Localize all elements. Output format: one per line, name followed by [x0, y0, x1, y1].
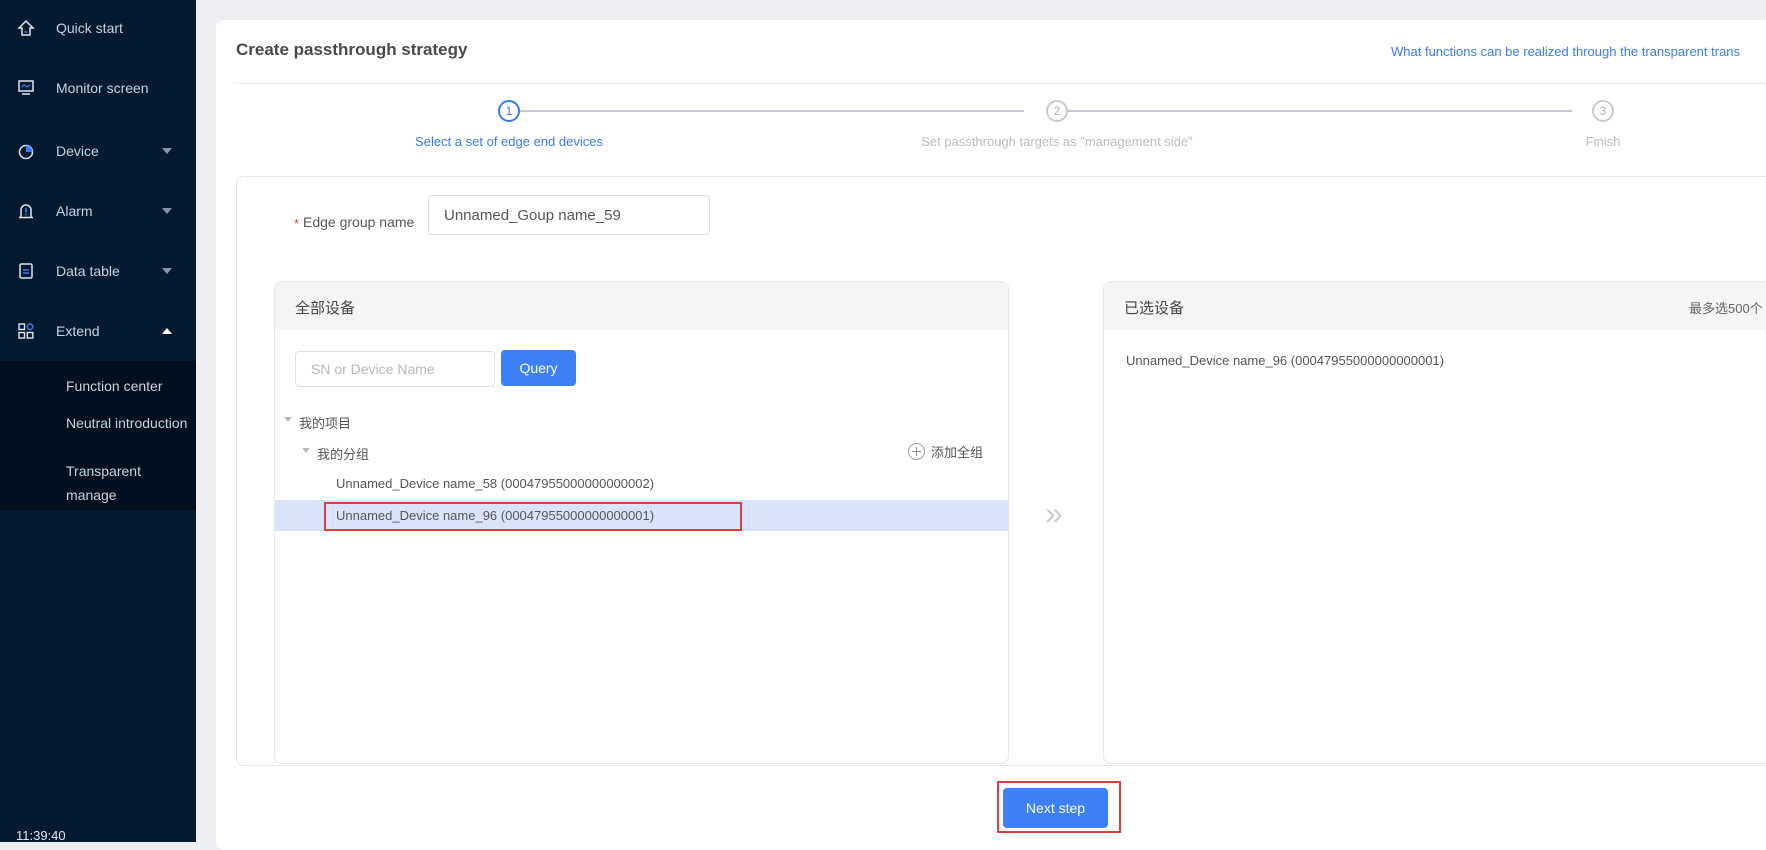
all-devices-title: 全部设备: [295, 300, 356, 317]
device-search-input[interactable]: [295, 351, 495, 387]
next-step-button[interactable]: Next step: [1003, 788, 1108, 828]
sidebar-item-label: Alarm: [56, 203, 93, 219]
help-link[interactable]: What functions can be realized through t…: [1391, 44, 1740, 59]
alarm-bell-icon: [17, 202, 35, 220]
selected-devices-title: 已选设备: [1124, 300, 1185, 317]
sidebar-item-label: Monitor screen: [56, 80, 149, 96]
tree-node-project[interactable]: 我的项目: [275, 405, 1008, 436]
submenu-item-transparent-manage[interactable]: Transparent manage: [66, 459, 191, 507]
sidebar-item-label: Extend: [56, 323, 100, 339]
transfer-arrow-icon[interactable]: »: [1045, 497, 1063, 529]
device-selection-form: * Edge group name 全部设备 Query 我的项目 我的分组 添…: [236, 176, 1766, 766]
plus-circle-icon: [908, 443, 925, 460]
group-name-input[interactable]: [428, 195, 710, 235]
sidebar-item-alarm[interactable]: Alarm: [0, 191, 196, 231]
step-3-indicator: 3: [1592, 100, 1614, 122]
step-connector: [1046, 110, 1572, 112]
caret-down-icon[interactable]: [302, 448, 310, 453]
panel-header: 全部设备: [275, 282, 1008, 330]
selected-device-item[interactable]: Unnamed_Device name_96 (0004795500000000…: [1126, 353, 1444, 368]
step-1-indicator: 1: [498, 100, 520, 122]
caret-down-icon[interactable]: [284, 417, 292, 422]
add-all-label: 添加全组: [931, 445, 984, 460]
monitor-icon: [17, 79, 35, 97]
step-2-indicator: 2: [1046, 100, 1068, 122]
sidebar-item-label: Quick start: [56, 20, 123, 36]
group-name-label: Edge group name: [303, 214, 415, 230]
chevron-down-icon: [162, 148, 172, 154]
main-card: Create passthrough strategy What functio…: [216, 20, 1766, 850]
tree-node-label: 我的分组: [317, 447, 370, 462]
table-icon: [17, 262, 35, 280]
selected-devices-panel: 已选设备 最多选500个 Unnamed_Device name_96 (000…: [1103, 281, 1766, 764]
sidebar-item-extend[interactable]: Extend: [0, 311, 196, 351]
apps-grid-icon: [17, 322, 35, 340]
sidebar-item-data-table[interactable]: Data table: [0, 251, 196, 291]
chevron-up-icon: [162, 328, 172, 334]
required-mark: *: [294, 216, 300, 231]
extend-submenu: Function center Neutral introduction Tra…: [0, 361, 196, 510]
tree-node-label: 我的项目: [299, 416, 352, 431]
device-label: Unnamed_Device name_58 (0004795500000000…: [336, 476, 655, 491]
device-list-item[interactable]: Unnamed_Device name_58 (0004795500000000…: [275, 468, 1008, 499]
panel-header: 已选设备 最多选500个: [1104, 282, 1766, 330]
page-title: Create passthrough strategy: [236, 40, 468, 59]
step-connector: [510, 110, 1024, 112]
step-3-label: Finish: [1585, 134, 1621, 149]
step-2-label: Set passthrough targets as "management s…: [921, 134, 1193, 149]
submenu-item-function-center[interactable]: Function center: [66, 374, 191, 398]
home-icon: [17, 19, 35, 37]
submenu-item-neutral-introduction[interactable]: Neutral introduction: [66, 411, 191, 435]
sidebar-item-device[interactable]: Device: [0, 131, 196, 171]
step-1-label: Select a set of edge end devices: [415, 134, 603, 149]
clock: 11:39:40: [16, 828, 66, 843]
chevron-down-icon: [162, 268, 172, 274]
sidebar-item-label: Device: [56, 143, 99, 159]
chevron-down-icon: [162, 208, 172, 214]
sidebar-item-quick-start[interactable]: Quick start: [0, 8, 196, 48]
sidebar: Quick start Monitor screen Device Alarm …: [0, 0, 196, 843]
sidebar-item-label: Data table: [56, 263, 120, 279]
device-label: Unnamed_Device name_96 (0004795500000000…: [336, 508, 655, 523]
query-button[interactable]: Query: [501, 350, 576, 386]
selection-limit: 最多选500个: [1689, 301, 1763, 316]
all-devices-panel: 全部设备 Query 我的项目 我的分组 添加全组 Unnamed_Device…: [274, 281, 1009, 764]
device-list-item-selected[interactable]: Unnamed_Device name_96 (0004795500000000…: [275, 500, 1008, 531]
title-divider: [236, 83, 1766, 84]
sidebar-item-monitor-screen[interactable]: Monitor screen: [0, 68, 196, 108]
add-all-button[interactable]: 添加全组: [908, 442, 983, 461]
tree-node-group[interactable]: 我的分组 添加全组: [275, 436, 1008, 467]
pie-chart-icon: [17, 142, 35, 160]
